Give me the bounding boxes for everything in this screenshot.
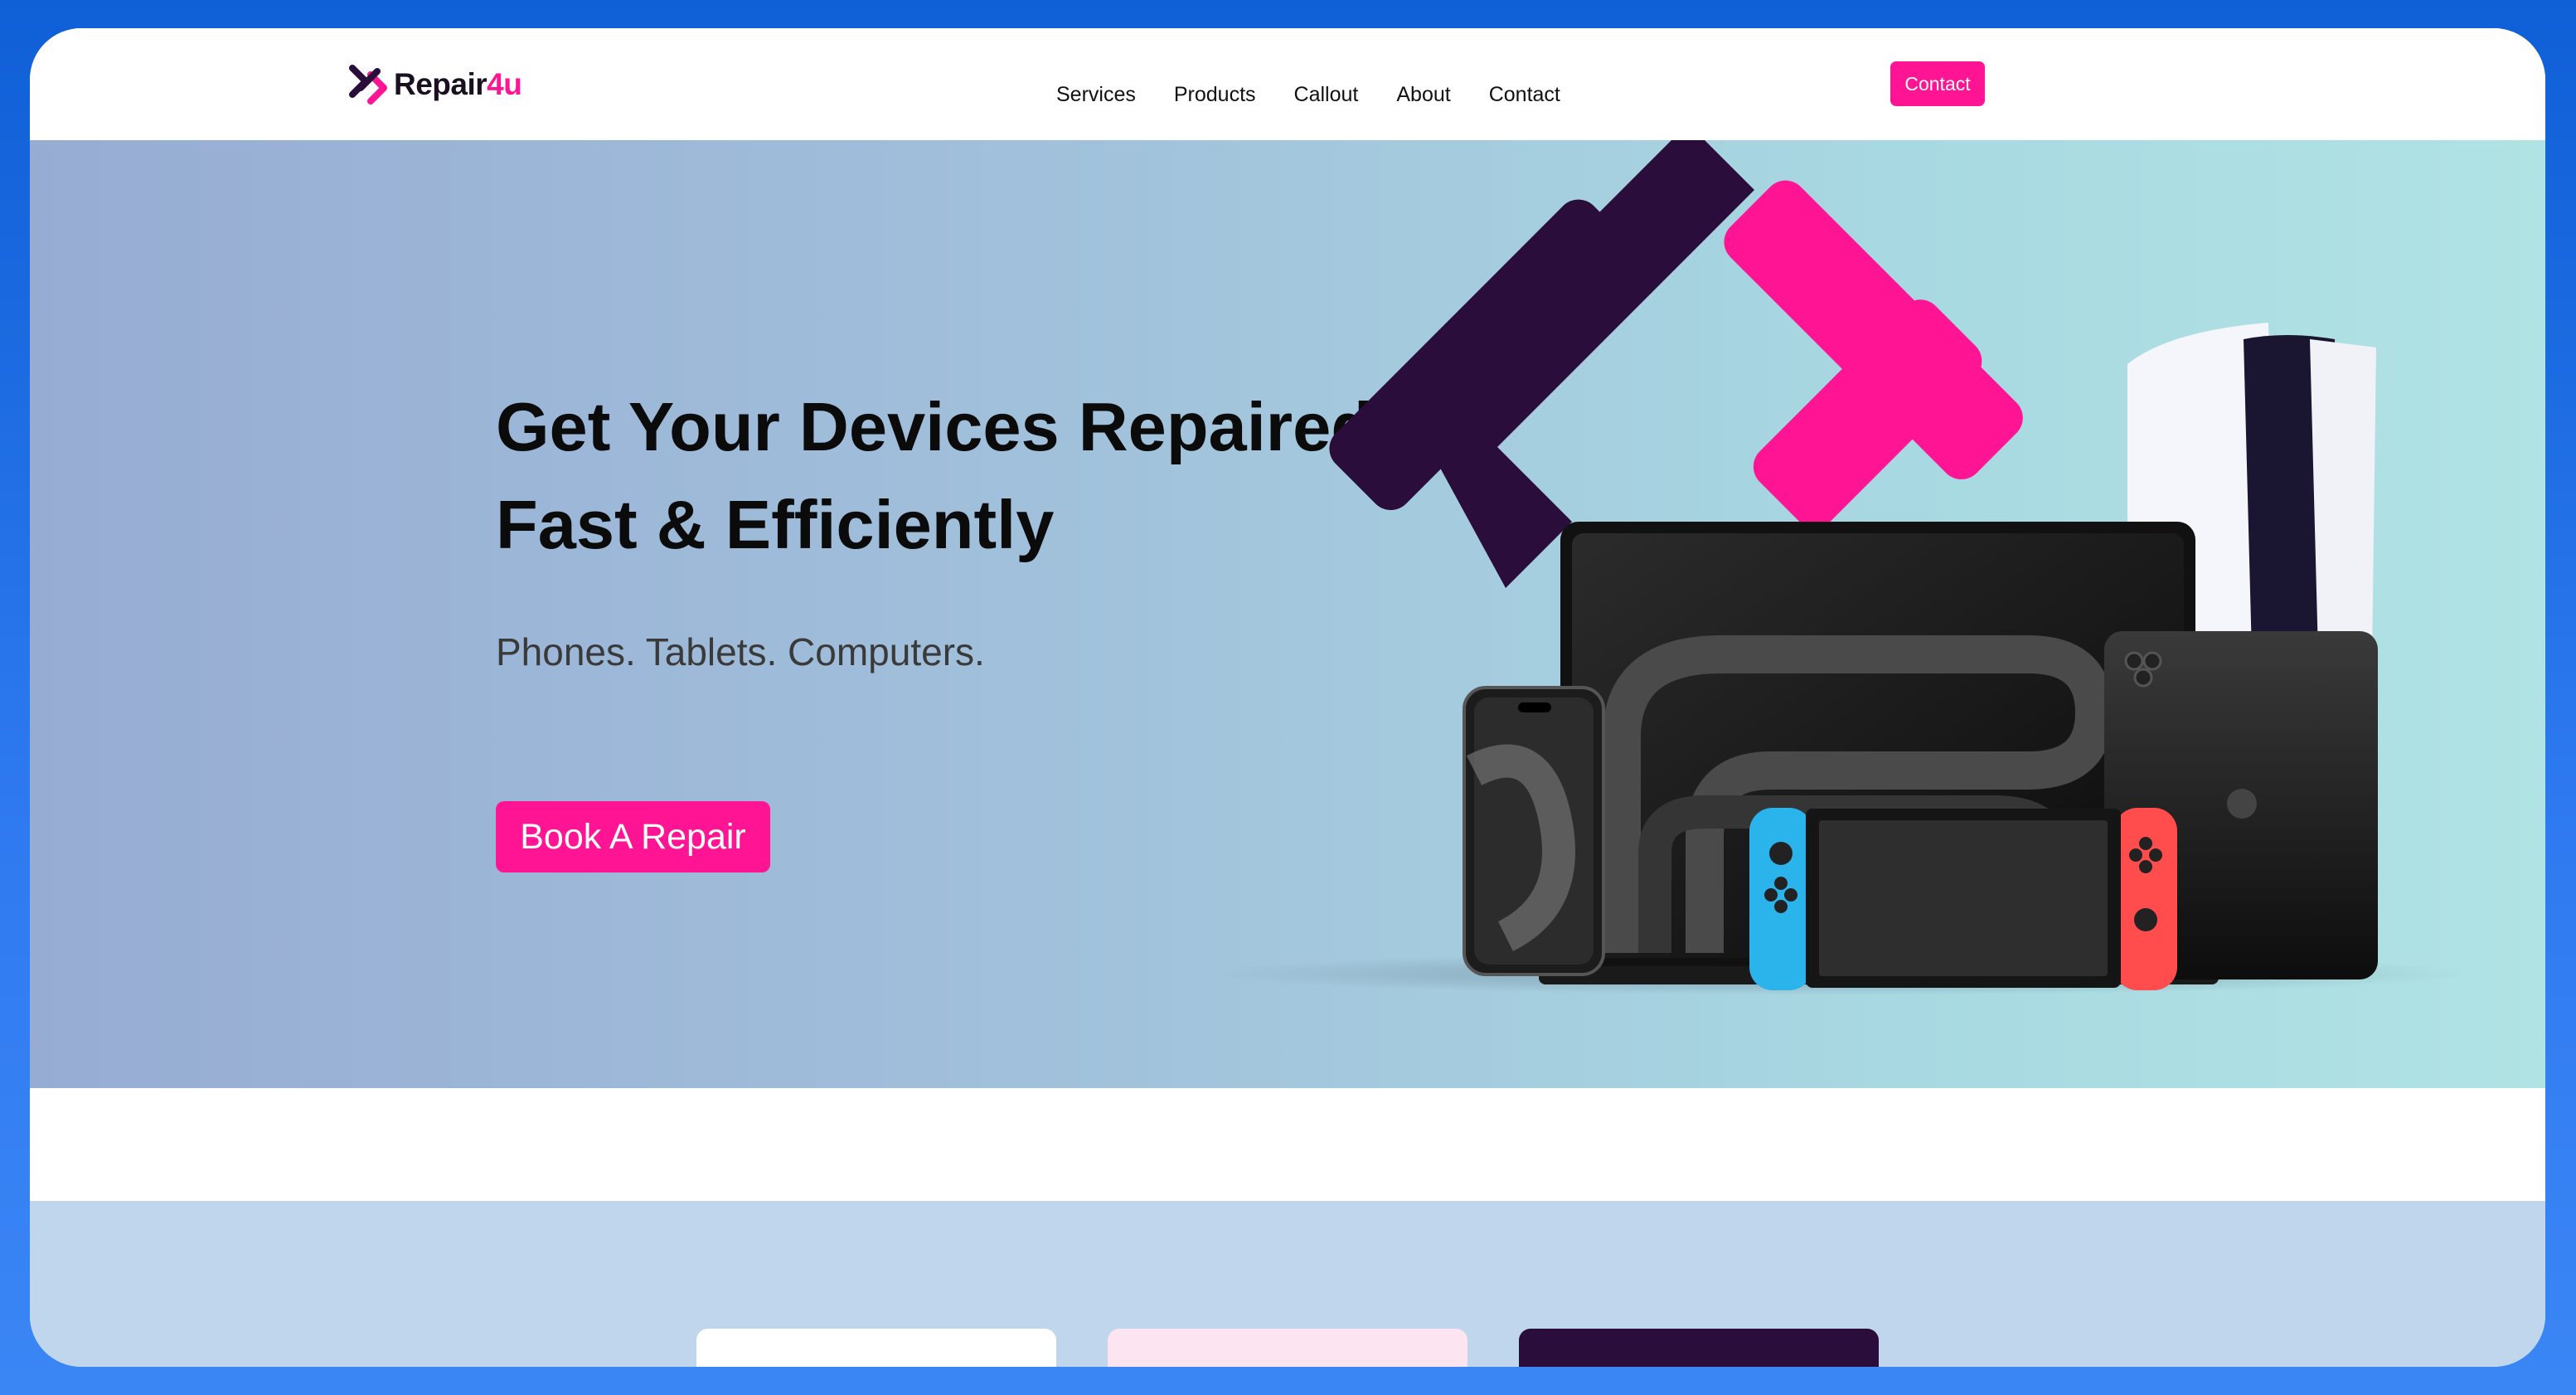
hero-subtitle: Phones. Tablets. Computers. bbox=[496, 630, 985, 673]
book-repair-button[interactable]: Book A Repair bbox=[496, 801, 770, 872]
hero-section: Get Your Devices Repaired Fast & Efficie… bbox=[30, 140, 2545, 1088]
service-card-2[interactable] bbox=[1108, 1329, 1467, 1367]
logo-text-main: Repair bbox=[394, 67, 488, 101]
nav-contact[interactable]: Contact bbox=[1489, 83, 1560, 107]
logo[interactable]: Repair4u bbox=[349, 61, 522, 108]
nav-callout[interactable]: Callout bbox=[1294, 83, 1359, 107]
service-card-1[interactable] bbox=[696, 1329, 1056, 1367]
main-nav: Services Products Callout About Contact bbox=[1056, 83, 1598, 107]
nav-about[interactable]: About bbox=[1396, 83, 1450, 107]
repair4u-logo-icon bbox=[349, 65, 387, 105]
hero-title-line-2: Fast & Efficiently bbox=[496, 486, 1055, 563]
hero-devices-image bbox=[1207, 140, 2467, 995]
nav-products[interactable]: Products bbox=[1174, 83, 1256, 107]
contact-button[interactable]: Contact bbox=[1890, 61, 1985, 106]
logo-text-accent: 4u bbox=[487, 67, 522, 101]
site-header: Repair4u Services Products Callout About… bbox=[30, 28, 2545, 140]
nintendo-switch-icon bbox=[1749, 808, 2177, 990]
logo-text: Repair4u bbox=[394, 67, 522, 102]
repair4u-logo-mark bbox=[1329, 140, 2023, 588]
services-section bbox=[30, 1201, 2545, 1367]
browser-viewport: Repair4u Services Products Callout About… bbox=[30, 28, 2545, 1367]
iphone-icon bbox=[1463, 686, 1605, 976]
service-card-3[interactable] bbox=[1519, 1329, 1879, 1367]
nav-services[interactable]: Services bbox=[1056, 83, 1136, 107]
